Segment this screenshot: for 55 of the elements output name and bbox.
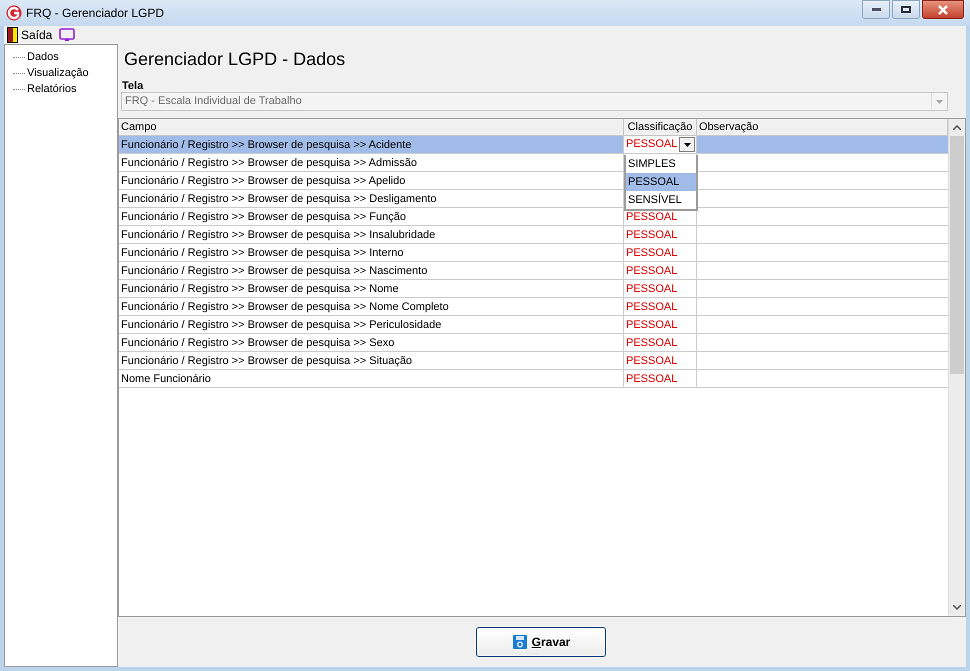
table-cell: Funcionário / Registro >> Browser de pesquisa >> Nome Completo xyxy=(119,298,624,315)
table-cell: Funcionário / Registro >> Browser de pesquisa >> Sexo xyxy=(119,334,624,351)
table-row[interactable]: Funcionário / Registro >> Browser de pesquisa >> Acidente PESSOAL xyxy=(119,136,948,154)
vertical-scrollbar[interactable] xyxy=(948,119,965,616)
exit-door-icon[interactable] xyxy=(7,27,18,43)
table-cell-text: PESSOAL xyxy=(625,372,678,387)
caret-icon xyxy=(684,142,690,146)
tela-label: Tela xyxy=(122,79,144,92)
table-cell: Funcionário / Registro >> Browser de pesquisa >> Nascimento xyxy=(119,262,624,279)
table-row[interactable]: Funcionário / Registro >> Browser de pesquisa >> Nascimento PESSOAL xyxy=(119,262,948,280)
table-cell: Funcionário / Registro >> Browser de pesquisa >> Insalubridade xyxy=(119,226,624,243)
table-cell-text: PESSOAL xyxy=(625,354,678,369)
app-logo-icon xyxy=(6,5,22,21)
table-cell-text: PESSOAL xyxy=(625,282,678,297)
tela-select[interactable]: FRQ - Escala Individual de Trabalho xyxy=(121,92,948,111)
table-cell-text: PESSOAL xyxy=(625,210,678,225)
table-cell: Nome Funcionário xyxy=(119,370,624,387)
table-row[interactable]: Funcionário / Registro >> Browser de pesquisa >> Nome Completo PESSOAL xyxy=(119,298,948,316)
column-header[interactable]: Classificação xyxy=(624,119,697,135)
table-row[interactable]: Nome Funcionário PESSOAL xyxy=(119,370,948,388)
monitor-icon[interactable] xyxy=(59,28,76,42)
caret-icon xyxy=(936,100,943,104)
scroll-up-icon[interactable] xyxy=(953,125,961,130)
tree-item[interactable]: Relatórios xyxy=(27,80,77,98)
dropdown-option[interactable]: PESSOAL xyxy=(626,173,696,191)
column-header[interactable]: Campo xyxy=(119,119,624,135)
close-button[interactable] xyxy=(922,0,964,19)
table-cell-text: PESSOAL xyxy=(625,264,678,279)
menu-item[interactable]: Saída xyxy=(21,26,52,44)
table-row[interactable]: Funcionário / Registro >> Browser de pesquisa >> Situação PESSOAL xyxy=(119,352,948,370)
tree-item[interactable]: Dados xyxy=(27,48,59,66)
table-row[interactable]: Funcionário / Registro >> Browser de pesquisa >> Função PESSOAL xyxy=(119,208,948,226)
table-cell: Funcionário / Registro >> Browser de pesquisa >> Periculosidade xyxy=(119,316,624,333)
table-cell: Funcionário / Registro >> Browser de pesquisa >> Interno xyxy=(119,244,624,261)
minimize-button[interactable] xyxy=(862,0,890,19)
table-cell-text: PESSOAL xyxy=(625,300,678,315)
table-cell-text: PESSOAL xyxy=(625,228,678,243)
table-row[interactable]: Funcionário / Registro >> Browser de pesquisa >> Periculosidade PESSOAL xyxy=(119,316,948,334)
table-row[interactable]: Funcionário / Registro >> Browser de pesquisa >> Sexo PESSOAL xyxy=(119,334,948,352)
tree-item[interactable]: Visualização xyxy=(27,64,89,82)
table-row[interactable]: Funcionário / Registro >> Browser de pesquisa >> Nome PESSOAL xyxy=(119,280,948,298)
scroll-down-icon[interactable] xyxy=(953,605,961,610)
table-row[interactable]: Funcionário / Registro >> Browser de pesquisa >> Insalubridade PESSOAL xyxy=(119,226,948,244)
table-cell-text: PESSOAL xyxy=(625,336,678,351)
table-cell-text: PESSOAL xyxy=(625,246,678,261)
table-cell-text: PESSOAL xyxy=(625,318,678,333)
table-cell: Funcionário / Registro >> Browser de pesquisa >> Situação xyxy=(119,352,624,369)
table-row[interactable]: Funcionário / Registro >> Browser de pesquisa >> Interno PESSOAL xyxy=(119,244,948,262)
page-heading: Gerenciador LGPD - Dados xyxy=(124,48,346,71)
close-icon xyxy=(937,4,949,14)
table-cell: Funcionário / Registro >> Browser de pesquisa >> Nome xyxy=(119,280,624,297)
restore-button[interactable] xyxy=(892,0,920,19)
window-title: FRQ - Gerenciador LGPD xyxy=(26,5,164,22)
save-button[interactable]: Gravar xyxy=(476,627,606,657)
classification-select[interactable]: PESSOAL xyxy=(624,136,696,153)
